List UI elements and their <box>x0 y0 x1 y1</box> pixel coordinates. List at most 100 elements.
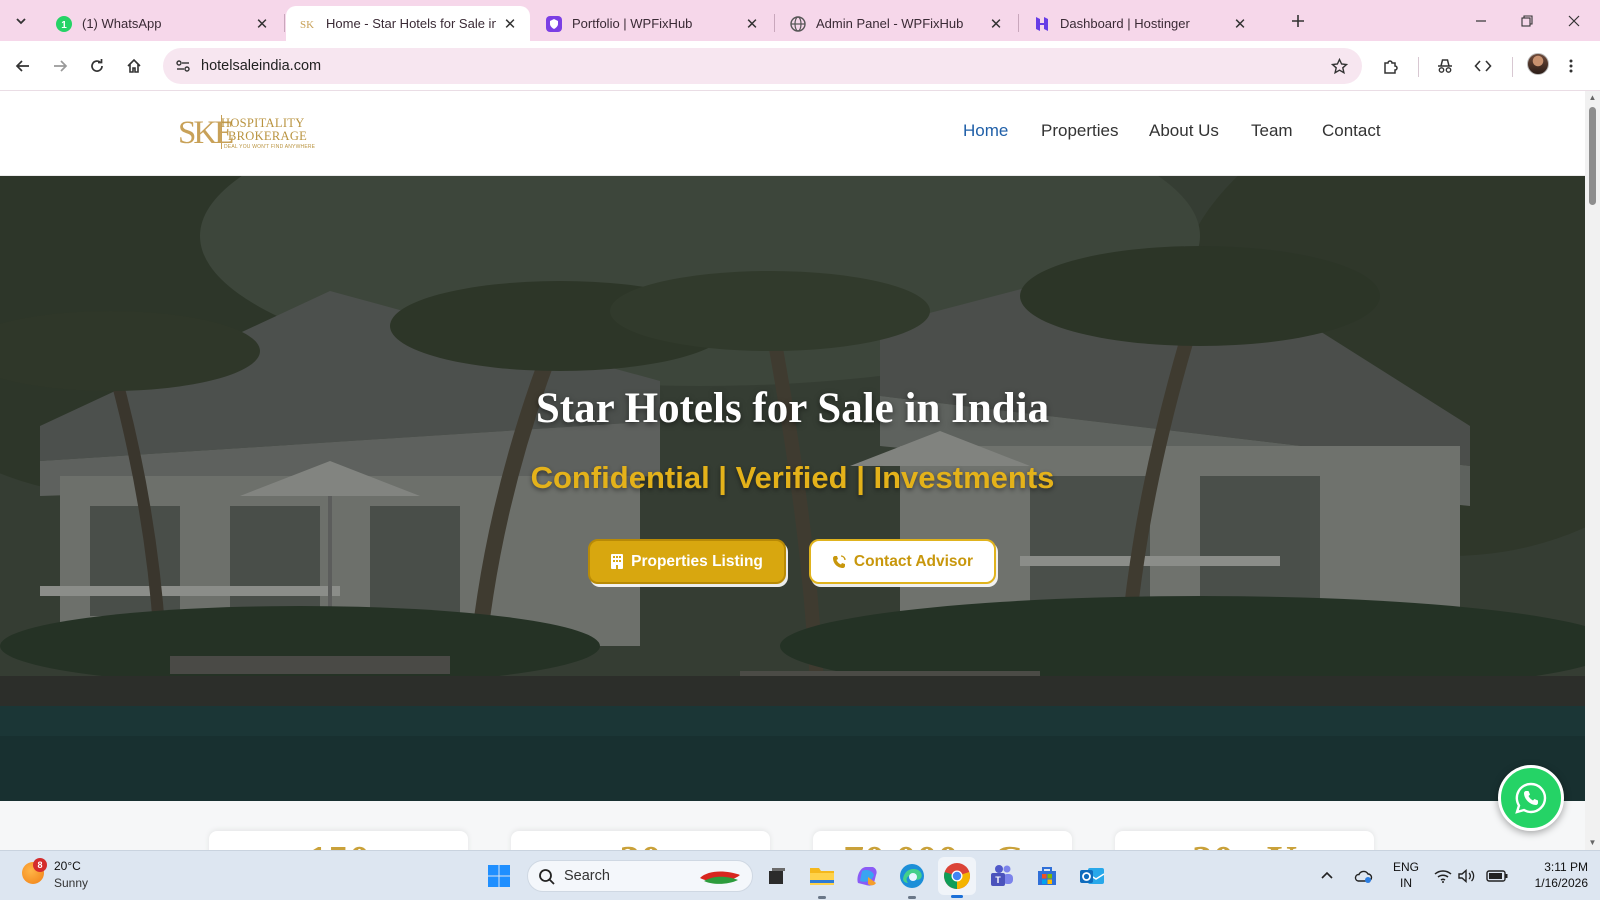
profile-avatar[interactable] <box>1527 53 1549 75</box>
speaker-icon <box>1458 869 1475 883</box>
site-header: SKE HOSPITALITY BROKERAGE DEAL YOU WON'T… <box>0 91 1585 176</box>
new-tab-button[interactable] <box>1286 10 1310 32</box>
reload-button[interactable] <box>84 53 110 79</box>
menu-button[interactable] <box>1558 53 1584 79</box>
weather-condition: Sunny <box>54 876 89 890</box>
more-vertical-icon <box>1569 59 1573 73</box>
url-text[interactable]: hotelsaleindia.com <box>201 48 321 84</box>
chrome-button[interactable] <box>938 857 976 898</box>
restore-icon <box>1521 15 1533 27</box>
star-icon <box>1330 57 1348 74</box>
close-tab-icon[interactable]: ✕ <box>502 16 518 33</box>
close-tab-icon[interactable]: ✕ <box>254 16 270 33</box>
task-view-icon <box>769 868 785 884</box>
back-button[interactable] <box>10 53 36 79</box>
copilot-button[interactable] <box>853 862 881 890</box>
teams-button[interactable]: T <box>988 862 1016 890</box>
file-explorer-icon <box>810 868 834 885</box>
tray-overflow-button[interactable] <box>1320 851 1334 900</box>
outlook-button[interactable] <box>1078 862 1106 890</box>
home-icon <box>127 58 141 73</box>
scroll-up-arrow-icon[interactable]: ▲ <box>1587 93 1598 103</box>
extensions-button[interactable] <box>1378 53 1404 79</box>
tab-hostinger[interactable]: Dashboard | Hostinger ✕ <box>1020 6 1260 41</box>
tab-whatsapp[interactable]: 1 (1) WhatsApp ✕ <box>42 6 282 41</box>
address-bar[interactable]: hotelsaleindia.com <box>163 48 1362 84</box>
nav-properties[interactable]: Properties <box>1041 121 1118 141</box>
minimize-button[interactable] <box>1458 8 1504 34</box>
stat-number: 150 <box>209 841 468 850</box>
chevron-down-icon <box>16 18 26 25</box>
tab-separator <box>1018 14 1019 32</box>
whatsapp-icon <box>1515 782 1547 814</box>
tab-separator <box>774 14 775 32</box>
contact-advisor-label: Contact Advisor <box>853 552 974 570</box>
battery-button[interactable] <box>1486 851 1508 900</box>
outlook-icon <box>1080 868 1105 884</box>
restore-button[interactable] <box>1504 8 1550 34</box>
reload-icon <box>91 59 103 72</box>
scrollbar-thumb[interactable] <box>1589 107 1596 205</box>
logo-line-2: BROKERAGE <box>228 129 308 143</box>
teams-icon: T <box>991 865 1013 886</box>
store-button[interactable] <box>1033 862 1061 890</box>
task-view-button[interactable] <box>763 862 791 890</box>
nav-team[interactable]: Team <box>1251 121 1293 141</box>
whatsapp-chat-button[interactable] <box>1498 765 1564 831</box>
stat-card: 150 <box>209 831 468 850</box>
close-tab-icon[interactable]: ✕ <box>988 16 1004 33</box>
cloud-sync-icon <box>1354 870 1373 883</box>
close-tab-icon[interactable]: ✕ <box>1232 16 1248 33</box>
close-window-button[interactable] <box>1551 8 1597 34</box>
tab-search-button[interactable] <box>8 9 34 33</box>
volume-button[interactable] <box>1458 851 1476 900</box>
puzzle-icon <box>1384 60 1398 74</box>
nav-home[interactable]: Home <box>963 121 1008 141</box>
tab-hotelsaleindia[interactable]: SK Home - Star Hotels for Sale in India … <box>286 6 530 41</box>
edge-button[interactable] <box>898 862 926 899</box>
tab-title: Admin Panel - WPFixHub <box>816 16 964 31</box>
network-button[interactable] <box>1434 851 1452 900</box>
contact-advisor-button[interactable]: Contact Advisor <box>809 539 996 584</box>
nav-about-us[interactable]: About Us <box>1149 121 1219 141</box>
home-button[interactable] <box>121 53 147 79</box>
tab-portfolio[interactable]: Portfolio | WPFixHub ✕ <box>532 6 772 41</box>
onedrive-tray-button[interactable] <box>1353 851 1373 900</box>
nav-contact[interactable]: Contact <box>1322 121 1381 141</box>
page-scrollbar[interactable]: ▲ ▼ <box>1585 91 1600 850</box>
site-info-button[interactable] <box>171 54 195 78</box>
svg-text:SK: SK <box>300 19 314 31</box>
bookmark-button[interactable] <box>1328 55 1350 77</box>
system-clock[interactable]: 3:11 PM 1/16/2026 <box>1512 859 1588 891</box>
ske-favicon: SK <box>300 16 316 32</box>
properties-listing-label: Properties Listing <box>631 552 763 570</box>
close-tab-icon[interactable]: ✕ <box>744 16 760 33</box>
tab-admin-panel[interactable]: Admin Panel - WPFixHub ✕ <box>776 6 1016 41</box>
taskbar-search[interactable]: Search <box>527 860 753 892</box>
properties-listing-button[interactable]: Properties Listing <box>588 539 786 584</box>
language-code: ENG <box>1392 860 1419 874</box>
tab-separator <box>284 14 285 32</box>
devtools-button[interactable] <box>1470 53 1496 79</box>
plus-icon <box>1292 15 1304 27</box>
file-explorer-button[interactable] <box>808 862 836 899</box>
tab-title: Portfolio | WPFixHub <box>572 16 693 31</box>
language-indicator[interactable]: ENG IN <box>1390 859 1422 891</box>
incognito-button[interactable] <box>1432 53 1458 79</box>
clock-date: 1/16/2026 <box>1534 876 1588 890</box>
clock-time: 3:11 PM <box>1544 860 1588 874</box>
forward-button[interactable] <box>47 53 73 79</box>
tab-title: Dashboard | Hostinger <box>1060 16 1190 31</box>
chevron-up-icon <box>1321 871 1333 879</box>
weather-badge: 8 <box>33 858 47 872</box>
start-button[interactable] <box>487 864 511 888</box>
edge-icon <box>900 864 924 888</box>
scroll-down-arrow-icon[interactable]: ▼ <box>1587 838 1598 848</box>
site-logo[interactable]: SKE HOSPITALITY BROKERAGE DEAL YOU WON'T… <box>178 113 316 153</box>
hero-subtitle: Confidential | Verified | Investments <box>530 460 1055 495</box>
stat-number: 30 <box>511 841 770 850</box>
logo-tagline: DEAL YOU WON'T FIND ANYWHERE <box>224 144 316 150</box>
copilot-icon <box>857 867 877 886</box>
toolbar-divider <box>1512 57 1513 77</box>
arrow-right-icon <box>54 60 68 72</box>
